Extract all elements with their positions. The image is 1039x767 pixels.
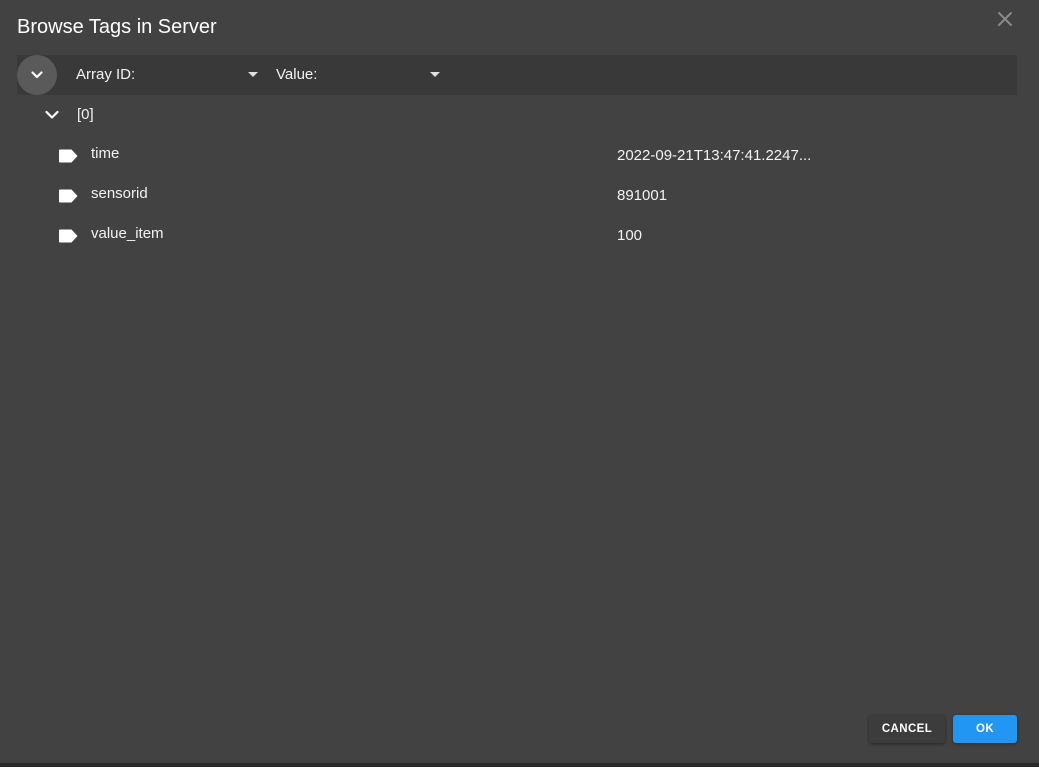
tag-name: sensorid <box>91 185 148 202</box>
tree-leaf-row[interactable]: time 2022-09-21T13:47:41.2247... <box>0 135 1039 175</box>
dialog-title: Browse Tags in Server <box>17 16 217 38</box>
chevron-down-icon <box>31 71 43 79</box>
tree-node-array-0[interactable]: [0] <box>0 95 1039 135</box>
close-button[interactable] <box>992 6 1018 32</box>
value-select[interactable]: Value: <box>276 55 444 95</box>
cancel-button[interactable]: CANCEL <box>869 715 945 743</box>
browse-tags-dialog: Browse Tags in Server Array ID: Value: [… <box>0 0 1039 763</box>
tag-icon <box>59 149 78 163</box>
tag-name: time <box>91 145 120 162</box>
value-label: Value: <box>276 66 318 83</box>
tag-icon <box>59 189 78 203</box>
chevron-down-icon[interactable] <box>44 109 60 121</box>
caret-down-icon <box>248 72 258 77</box>
close-icon <box>998 12 1012 26</box>
tree-leaf-row[interactable]: value_item 100 <box>0 215 1039 255</box>
filter-toolbar: Array ID: Value: <box>17 55 1017 95</box>
tag-icon <box>59 229 78 243</box>
tree-node-label: [0] <box>77 106 94 123</box>
tag-value: 100 <box>617 227 643 244</box>
caret-down-icon <box>430 72 440 77</box>
ok-button[interactable]: OK <box>953 715 1017 743</box>
tag-name: value_item <box>91 225 164 242</box>
tag-value: 891001 <box>617 187 668 204</box>
collapse-toggle-button[interactable] <box>17 55 57 95</box>
tree-leaf-row[interactable]: sensorid 891001 <box>0 175 1039 215</box>
array-id-select[interactable]: Array ID: <box>76 55 262 95</box>
bottom-edge <box>0 763 1039 767</box>
array-id-label: Array ID: <box>76 66 136 83</box>
tag-value: 2022-09-21T13:47:41.2247... <box>617 147 812 164</box>
